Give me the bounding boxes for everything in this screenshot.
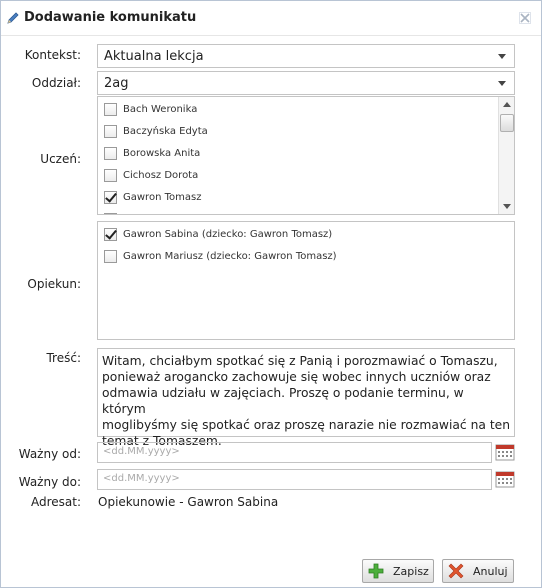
context-value: Aktualna lekcja: [104, 49, 204, 64]
chevron-down-icon[interactable]: [498, 81, 506, 86]
list-item[interactable]: Gawron Mariusz (dziecko: Gawron Tomasz): [104, 246, 337, 266]
list-item[interactable]: Gawron Tomasz: [104, 187, 201, 207]
content-textarea[interactable]: Witam, chciałbym spotkać się z Panią i p…: [97, 348, 515, 448]
student-name: Baczyńska Edyta: [123, 125, 208, 137]
guardian-checkbox[interactable]: [104, 227, 117, 241]
guardian-label: Opiekun:: [27, 277, 81, 291]
student-checkbox[interactable]: [104, 146, 117, 160]
cancel-button[interactable]: Anuluj: [442, 559, 514, 583]
student-list[interactable]: Bach Weronika Baczyńska Edyta Borowska A…: [97, 96, 515, 215]
student-name: Cichosz Dorota: [123, 169, 199, 181]
chevron-down-icon[interactable]: [498, 54, 506, 59]
valid-from-input[interactable]: <dd.MM.yyyy>: [97, 442, 492, 463]
pencil-icon: [7, 12, 19, 24]
division-select[interactable]: 2ag: [97, 71, 515, 95]
student-checkbox[interactable]: [104, 102, 117, 116]
calendar-icon[interactable]: [495, 443, 515, 461]
student-name: Bach Weronika: [123, 103, 198, 115]
list-item[interactable]: Bach Weronika: [104, 99, 197, 119]
calendar-icon[interactable]: [495, 470, 515, 488]
student-label: Uczeń:: [40, 152, 81, 166]
guardian-checkbox[interactable]: [104, 249, 117, 263]
division-value: 2ag: [104, 76, 129, 91]
message-dialog: Dodawanie komunikatu Kontekst: Aktualna …: [0, 0, 542, 588]
cancel-label: Anuluj: [473, 564, 508, 578]
valid-to-label: Ważny do:: [18, 475, 81, 489]
plus-icon: [368, 563, 384, 579]
list-item[interactable]: Gawron Sabina (dziecko: Gawron Tomasz): [104, 224, 332, 244]
save-label: Zapisz: [393, 564, 429, 578]
recipient-label: Adresat:: [30, 495, 81, 509]
list-item[interactable]: Cichosz Dorota: [104, 165, 198, 185]
student-checkbox[interactable]: [104, 212, 117, 214]
list-item[interactable]: Borowska Anita: [104, 143, 200, 163]
student-name: Gawron Tomasz: [123, 191, 202, 203]
context-label: Kontekst:: [24, 48, 81, 62]
content-label: Treść:: [46, 351, 81, 365]
dialog-title: Dodawanie komunikatu: [24, 10, 197, 25]
guardian-name: Gawron Mariusz (dziecko: Gawron Tomasz): [123, 250, 337, 262]
student-checkbox[interactable]: [104, 190, 117, 204]
list-item[interactable]: [104, 209, 123, 214]
valid-from-label: Ważny od:: [18, 447, 81, 461]
student-scrollbar[interactable]: [498, 97, 514, 214]
cancel-x-icon: [448, 563, 464, 579]
recipient-value: Opiekunowie - Gawron Sabina: [98, 495, 279, 509]
scroll-up-icon[interactable]: [503, 102, 511, 107]
dialog-titlebar[interactable]: Dodawanie komunikatu: [1, 1, 541, 36]
scrollbar-thumb[interactable]: [500, 114, 514, 132]
valid-to-input[interactable]: <dd.MM.yyyy>: [97, 469, 492, 490]
guardian-name: Gawron Sabina (dziecko: Gawron Tomasz): [123, 228, 333, 240]
student-name: Borowska Anita: [123, 147, 201, 159]
save-button[interactable]: Zapisz: [362, 559, 434, 583]
scroll-down-icon[interactable]: [503, 204, 511, 209]
context-select[interactable]: Aktualna lekcja: [97, 44, 515, 68]
division-label: Oddział:: [31, 76, 81, 90]
list-item[interactable]: Baczyńska Edyta: [104, 121, 208, 141]
student-checkbox[interactable]: [104, 124, 117, 138]
close-icon[interactable]: [519, 12, 531, 24]
guardian-list[interactable]: Gawron Sabina (dziecko: Gawron Tomasz) G…: [97, 221, 515, 340]
student-checkbox[interactable]: [104, 168, 117, 182]
